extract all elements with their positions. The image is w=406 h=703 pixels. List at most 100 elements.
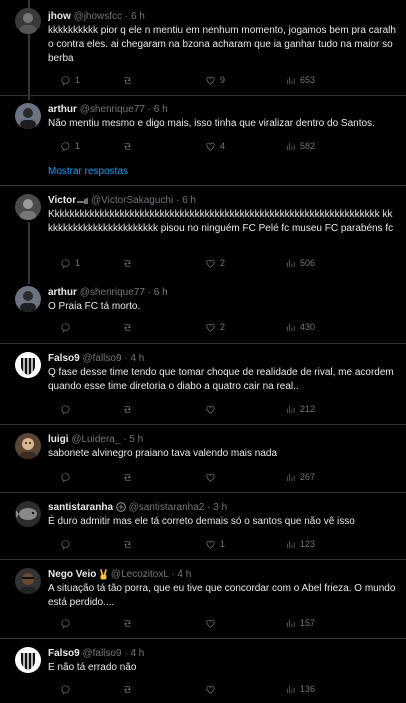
tweet-actions: 1 9 653 xyxy=(60,73,390,87)
victory-hand-icon xyxy=(100,569,107,580)
repost-icon xyxy=(124,142,131,150)
separator-dot: · xyxy=(171,569,175,580)
views-button[interactable]: 582 xyxy=(285,139,315,153)
views-icon xyxy=(286,405,295,413)
timestamp[interactable]: 6 h xyxy=(154,104,168,115)
views-count: 267 xyxy=(300,472,316,482)
separator-dot: · xyxy=(123,434,127,445)
like-button[interactable] xyxy=(205,616,220,630)
like-button[interactable]: 2 xyxy=(205,320,225,334)
like-button[interactable]: 2 xyxy=(205,256,225,270)
views-button[interactable]: 430 xyxy=(285,320,315,334)
timestamp[interactable]: 4 h xyxy=(130,353,144,364)
repost-button[interactable] xyxy=(122,73,137,87)
separator-dot: · xyxy=(147,287,152,298)
avatar[interactable] xyxy=(15,647,41,673)
avatar[interactable] xyxy=(15,8,41,34)
views-button[interactable]: 212 xyxy=(285,402,315,416)
avatar[interactable] xyxy=(15,103,41,129)
avatar[interactable] xyxy=(15,352,41,378)
timestamp[interactable]: 5 h xyxy=(129,434,143,445)
tweet-text: Não mentiu mesmo e digo mais, isso tinha… xyxy=(48,118,375,129)
repost-button[interactable] xyxy=(122,320,137,334)
avatar[interactable] xyxy=(15,286,41,312)
timestamp[interactable]: 6 h xyxy=(182,195,196,206)
reply-button[interactable] xyxy=(60,616,75,630)
views-icon xyxy=(286,473,295,481)
repost-button[interactable] xyxy=(122,470,137,484)
timestamp[interactable]: 4 h xyxy=(177,569,191,580)
reply-icon xyxy=(61,141,70,151)
display-name[interactable]: Falso9 xyxy=(48,648,80,659)
separator-dot: · xyxy=(147,104,152,115)
user-handle[interactable]: @shenrique77 xyxy=(80,104,145,115)
views-button[interactable]: 136 xyxy=(285,682,315,696)
user-handle[interactable]: @LecozitoxL xyxy=(111,569,169,580)
user-handle[interactable]: @Luidera_ xyxy=(71,434,120,445)
views-button[interactable]: 653 xyxy=(285,73,315,87)
views-button[interactable]: 267 xyxy=(285,470,315,484)
display-name[interactable]: arthur xyxy=(48,287,77,298)
user-handle[interactable]: @VictorSakaguchi xyxy=(91,195,173,206)
reply-feed: jhow @jhowsfcc · 6 h kkkkkkkkkk pior q e… xyxy=(0,0,406,703)
reply-button[interactable]: 1 xyxy=(60,256,80,270)
timestamp[interactable]: 6 h xyxy=(154,287,168,298)
repost-button[interactable] xyxy=(122,537,137,551)
like-button[interactable]: 9 xyxy=(205,73,225,87)
reply-button[interactable] xyxy=(60,470,75,484)
reply-button[interactable]: 1 xyxy=(60,73,80,87)
views-count: 212 xyxy=(300,404,316,414)
display-name[interactable]: Victor xyxy=(48,195,76,206)
display-name[interactable]: Falso9 xyxy=(48,353,80,364)
display-name[interactable]: luigi xyxy=(48,434,69,445)
tweet-text: kkkkkkkkkk pior q ele n mentiu em nenhum… xyxy=(48,25,396,64)
avatar[interactable] xyxy=(15,433,41,459)
repost-button[interactable] xyxy=(122,256,137,270)
avatar[interactable] xyxy=(15,568,41,594)
divider xyxy=(0,559,406,560)
reply-button[interactable] xyxy=(60,402,75,416)
tweet-header: arthur @shenrique77 · 6 h xyxy=(48,286,400,299)
repost-button[interactable] xyxy=(122,139,137,153)
like-icon xyxy=(206,473,215,482)
like-button[interactable]: 4 xyxy=(205,139,225,153)
views-button[interactable]: 157 xyxy=(285,616,315,630)
repost-button[interactable] xyxy=(122,682,137,696)
views-button[interactable]: 123 xyxy=(285,537,315,551)
repost-button[interactable] xyxy=(122,402,137,416)
user-handle[interactable]: @jhowsfcc xyxy=(74,11,123,22)
avatar[interactable] xyxy=(15,501,41,527)
user-handle[interactable]: @shenrique77 xyxy=(80,287,145,298)
views-count: 653 xyxy=(300,75,316,85)
display-name[interactable]: jhow xyxy=(48,11,71,22)
timestamp[interactable]: 4 h xyxy=(130,648,144,659)
timestamp[interactable]: 6 h xyxy=(131,11,145,22)
tweet-actions: 1 4 582 xyxy=(60,139,390,153)
user-handle[interactable]: @fallso9 xyxy=(82,648,121,659)
reply-button[interactable] xyxy=(60,537,75,551)
display-name[interactable]: santistaranha xyxy=(48,502,113,513)
show-replies-link[interactable]: Mostrar respostas xyxy=(48,166,128,177)
separator-dot: · xyxy=(124,11,129,22)
views-count: 582 xyxy=(300,141,316,151)
display-name[interactable]: Nego Veio xyxy=(48,569,96,580)
user-handle[interactable]: @fallso9 xyxy=(82,353,121,364)
thread-line xyxy=(28,34,30,100)
user-handle[interactable]: @santistaranha2 xyxy=(129,502,205,513)
like-button[interactable] xyxy=(205,470,220,484)
like-count: 2 xyxy=(220,322,226,332)
reply-button[interactable]: 1 xyxy=(60,139,80,153)
views-button[interactable]: 506 xyxy=(285,256,315,270)
like-button[interactable] xyxy=(205,682,220,696)
reply-button[interactable] xyxy=(60,682,75,696)
like-icon xyxy=(206,259,215,268)
like-icon xyxy=(206,76,215,85)
avatar[interactable] xyxy=(15,194,41,220)
like-button[interactable]: 1 xyxy=(205,537,225,551)
timestamp[interactable]: 3 h xyxy=(213,502,227,513)
repost-button[interactable] xyxy=(122,616,137,630)
reply-button[interactable] xyxy=(60,320,75,334)
repost-icon xyxy=(124,540,131,548)
display-name[interactable]: arthur xyxy=(48,104,77,115)
like-button[interactable] xyxy=(205,402,220,416)
